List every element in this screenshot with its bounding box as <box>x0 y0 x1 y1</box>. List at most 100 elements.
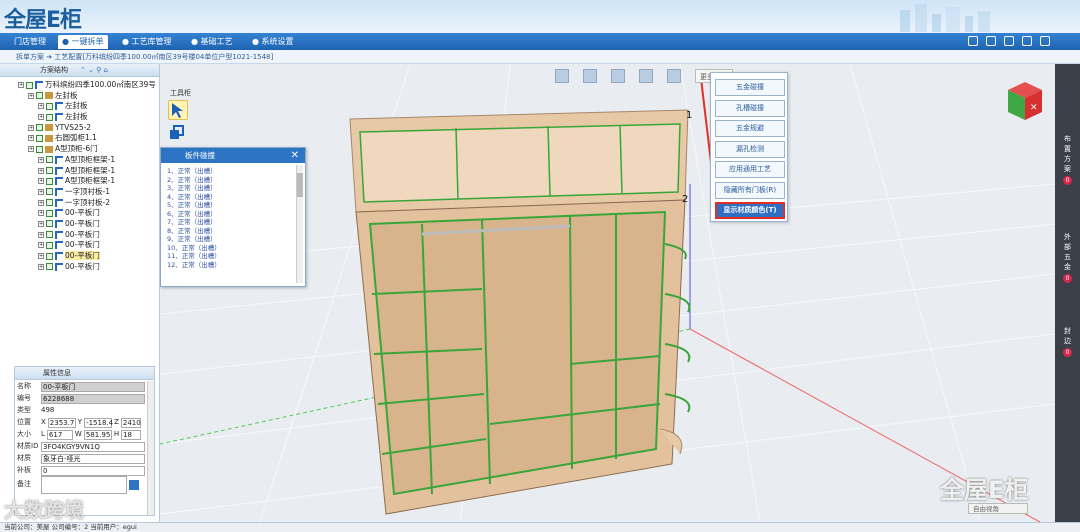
collision-item[interactable]: 2、正常（出槽） <box>167 176 297 185</box>
expand-toggle-icon[interactable]: + <box>28 146 34 153</box>
copy-tool[interactable] <box>168 124 188 144</box>
expand-toggle-icon[interactable]: + <box>28 135 34 142</box>
select-tool[interactable] <box>168 100 188 120</box>
tree-node[interactable]: +00-平板门 <box>0 262 159 273</box>
tree-node[interactable]: +00-平板门 <box>0 230 159 241</box>
tree-checkbox[interactable] <box>36 134 43 142</box>
tree-checkbox[interactable] <box>36 124 43 132</box>
expand-toggle-icon[interactable]: + <box>38 114 44 121</box>
menu-item[interactable]: 五金规避 <box>715 120 785 137</box>
layer-view-icon[interactable] <box>611 69 625 83</box>
collision-item[interactable]: 7、正常（出槽） <box>167 218 297 227</box>
menu-item[interactable]: 孔槽碰撞 <box>715 99 785 117</box>
tree-checkbox[interactable] <box>46 102 53 110</box>
tree-checkbox[interactable] <box>36 145 43 153</box>
user-icon[interactable] <box>1004 36 1014 46</box>
prop-code-field[interactable]: 6228688 <box>41 393 145 404</box>
tree-node[interactable]: + A型顶柜框架-1 <box>0 166 159 177</box>
size-h-field[interactable]: 18 <box>121 429 142 440</box>
wardrobe-model[interactable] <box>349 109 691 515</box>
tree-node[interactable]: + 一字顶衬板-1 <box>0 187 159 198</box>
pos-y-field[interactable]: -1518.4 <box>84 417 113 428</box>
tree-node[interactable]: + 左封板 <box>0 91 159 102</box>
tab-one-click-split[interactable]: ● 一键拆单 <box>58 35 108 49</box>
tree-node[interactable]: +00-平板门 <box>0 219 159 230</box>
expand-toggle-icon[interactable]: + <box>38 188 44 195</box>
expand-toggle-icon[interactable]: + <box>38 178 44 185</box>
tree-node[interactable]: + A型顶柜框架-1 <box>0 176 159 187</box>
menu-item[interactable]: 显示材质颜色(T) <box>715 202 785 219</box>
tree-checkbox[interactable] <box>46 252 53 260</box>
tree-checkbox[interactable] <box>46 231 53 239</box>
menu-item[interactable]: 应用通用工艺 <box>715 161 785 178</box>
tab-process-library[interactable]: ● 工艺库管理 <box>118 35 176 49</box>
camera-icon[interactable] <box>583 69 597 83</box>
tree-checkbox[interactable] <box>26 81 33 89</box>
expand-toggle-icon[interactable]: + <box>38 199 44 206</box>
gear-icon[interactable] <box>1022 36 1032 46</box>
tree-node[interactable]: + 左封板 <box>0 101 159 112</box>
menu-item[interactable]: 漏孔检测 <box>715 140 785 158</box>
view-cube[interactable]: ✕ <box>1008 82 1042 120</box>
tree-node[interactable]: +00-平板门 <box>0 240 159 251</box>
tree-node[interactable]: + A型顶柜-6门 <box>0 144 159 155</box>
tree-node[interactable]: + 一字顶衬板-2 <box>0 198 159 209</box>
screenshot-icon[interactable] <box>968 36 978 46</box>
tab-store-management[interactable]: 门店管理 <box>10 35 50 49</box>
prop-matid-field[interactable]: 3FO4KGY9VN1Q <box>41 441 145 452</box>
expand-toggle-icon[interactable]: + <box>38 220 44 227</box>
panel-tools-icon[interactable]: ⌃ ⌄ ⚲ ⌂ <box>80 64 108 77</box>
expand-toggle-icon[interactable]: + <box>38 253 44 259</box>
tree-checkbox[interactable] <box>46 167 53 174</box>
tree-checkbox[interactable] <box>46 177 53 185</box>
expand-toggle-icon[interactable]: + <box>18 82 24 88</box>
tab-basic-process[interactable]: ● 基础工艺 <box>187 35 237 49</box>
collision-item[interactable]: 11、正常（出槽） <box>167 252 297 261</box>
tree-checkbox[interactable] <box>46 263 53 271</box>
lightning-icon[interactable] <box>667 69 681 83</box>
exit-icon[interactable] <box>1040 36 1050 46</box>
tree-node[interactable]: + 万科缤纷四季100.00㎡南区39号 <box>0 80 159 91</box>
tree-checkbox[interactable] <box>46 220 53 228</box>
size-l-field[interactable]: 617 <box>46 429 73 440</box>
tree-checkbox[interactable] <box>46 199 53 207</box>
tree-checkbox[interactable] <box>46 113 53 121</box>
collision-item[interactable]: 12、正常（出槽） <box>167 261 297 270</box>
pos-x-field[interactable]: 2353.7 <box>47 417 76 428</box>
size-w-field[interactable]: 581.95 <box>83 429 112 440</box>
rightbar-edge-banding[interactable]: 封边 0 <box>1055 326 1080 357</box>
lock-icon[interactable] <box>986 36 996 46</box>
property-scrollbar[interactable] <box>147 381 154 515</box>
rightbar-external-hardware[interactable]: 外部五金 0 <box>1055 232 1080 283</box>
collision-item[interactable]: 8、正常（出槽） <box>167 227 297 236</box>
save-view-icon[interactable] <box>555 69 569 83</box>
tree-node[interactable]: + YTVS25-2 <box>0 123 159 134</box>
expand-toggle-icon[interactable]: + <box>38 242 44 249</box>
collision-item[interactable]: 3、正常（出槽） <box>167 184 297 193</box>
expand-toggle-icon[interactable]: + <box>38 231 44 238</box>
expand-toggle-icon[interactable]: + <box>38 156 44 163</box>
tree-node[interactable]: +00-平板门 <box>0 251 159 262</box>
tree-checkbox[interactable] <box>46 156 53 164</box>
prop-name-field[interactable]: 00-平板门 <box>41 381 145 392</box>
expand-toggle-icon[interactable]: + <box>28 124 34 131</box>
collision-item[interactable]: 5、正常（出槽） <box>167 201 297 210</box>
tree-checkbox[interactable] <box>46 209 53 217</box>
fullscreen-icon[interactable] <box>639 69 653 83</box>
tree-checkbox[interactable] <box>46 188 53 196</box>
tree-node[interactable]: + 右圆弧柜1.1 <box>0 133 159 144</box>
expand-toggle-icon[interactable]: + <box>38 263 44 270</box>
tree-node[interactable]: + 左封板 <box>0 112 159 123</box>
menu-item[interactable]: 五金碰撞 <box>715 79 785 96</box>
tree-checkbox[interactable] <box>36 92 43 100</box>
save-icon[interactable] <box>129 479 139 490</box>
tree-checkbox[interactable] <box>46 241 53 249</box>
dialog-scrollbar[interactable] <box>296 165 303 283</box>
expand-toggle-icon[interactable]: + <box>38 210 44 217</box>
expand-toggle-icon[interactable]: + <box>38 103 44 110</box>
close-icon[interactable]: ✕ <box>291 148 299 163</box>
prop-patch-field[interactable]: 0 <box>41 465 145 476</box>
pos-z-field[interactable]: 2410 <box>120 417 141 428</box>
expand-toggle-icon[interactable]: + <box>38 167 44 174</box>
tree-node[interactable]: + A型顶柜框架-1 <box>0 155 159 166</box>
